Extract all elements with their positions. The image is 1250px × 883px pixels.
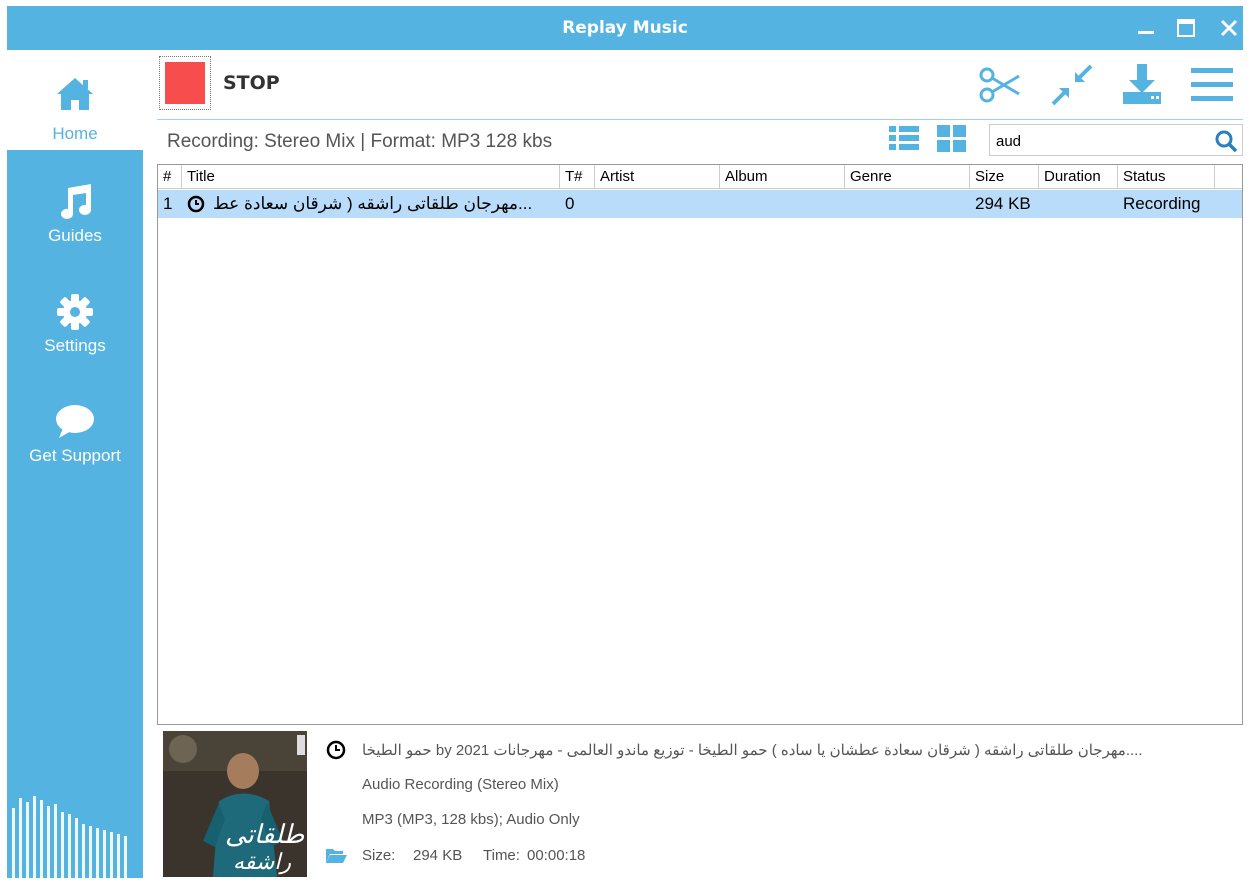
cell-title: مهرجان طلقاتى راشقه ( شرقان سعادة عط... — [213, 194, 533, 213]
folder-open-icon[interactable] — [325, 844, 347, 866]
window-title: Replay Music — [562, 18, 688, 38]
search-icon[interactable] — [1214, 129, 1238, 153]
cell-album — [720, 190, 845, 218]
cell-genre — [845, 190, 970, 218]
sidebar-item-support[interactable]: Get Support — [7, 380, 143, 480]
maximize-icon[interactable] — [1170, 12, 1202, 44]
col-duration[interactable]: Duration — [1039, 165, 1118, 189]
sidebar-item-home[interactable]: Home — [7, 50, 143, 150]
cell-artist — [595, 190, 720, 218]
cell-duration — [1039, 190, 1118, 218]
sidebar-item-label: Home — [52, 124, 98, 143]
size-label: Size: — [362, 847, 396, 864]
search-input[interactable] — [996, 130, 1206, 152]
col-album[interactable]: Album — [720, 165, 845, 189]
menu-icon[interactable] — [1189, 62, 1235, 108]
sidebar-item-settings[interactable]: Settings — [7, 270, 143, 370]
sidebar-item-label: Get Support — [29, 446, 121, 465]
recording-info: Recording: Stereo Mix | Format: MP3 128 … — [167, 131, 553, 152]
minimize-icon[interactable] — [1130, 12, 1162, 44]
col-genre[interactable]: Genre — [845, 165, 970, 189]
stop-icon — [165, 62, 205, 104]
sidebar: Home Guides Settings Get Support — [7, 50, 143, 878]
cell-number: 1 — [163, 194, 173, 213]
cell-status: Recording — [1123, 194, 1201, 213]
svg-text:طلقاتى: طلقاتى — [225, 820, 305, 850]
sidebar-item-label: Settings — [44, 336, 106, 355]
col-size[interactable]: Size — [970, 165, 1039, 189]
scissors-icon[interactable] — [977, 62, 1023, 108]
music-note-icon — [53, 180, 97, 224]
sidebar-item-guides[interactable]: Guides — [7, 160, 143, 260]
table-row[interactable]: 1 مهرجان طلقاتى راشقه ( شرقان سعادة عط..… — [158, 190, 1242, 218]
close-icon[interactable] — [1213, 12, 1245, 44]
time-label: Time: — [483, 847, 520, 864]
details-panel: طلقاتى راشقه حمو الطيخا by مهرجان طلقاتى… — [157, 731, 1243, 878]
cell-track: 0 — [565, 194, 575, 213]
list-view-icon[interactable] — [887, 122, 921, 156]
time-value: 00:00:18 — [527, 847, 586, 864]
col-artist[interactable]: Artist — [595, 165, 720, 189]
col-title[interactable]: Title — [182, 165, 560, 189]
grid-view-icon[interactable] — [935, 122, 969, 156]
album-cover: طلقاتى راشقه — [163, 731, 307, 877]
title-bar[interactable]: Replay Music — [7, 6, 1243, 50]
app-window: Replay Music Home Guides Settings Get Su… — [7, 6, 1243, 878]
table-header: # Title T# Artist Album Genre Size Durat… — [158, 165, 1242, 189]
svg-text:راشقه: راشقه — [233, 850, 291, 875]
stop-label: STOP — [223, 72, 280, 94]
equalizer-graphic — [7, 788, 143, 878]
stop-button[interactable] — [159, 56, 211, 110]
sidebar-item-label: Guides — [48, 226, 102, 245]
download-icon[interactable] — [1119, 62, 1165, 108]
chat-bubble-icon — [53, 400, 97, 444]
col-spacer — [1215, 165, 1242, 189]
details-source: Audio Recording (Stereo Mix) — [362, 776, 559, 793]
recordings-table: # Title T# Artist Album Genre Size Durat… — [157, 164, 1243, 725]
col-track[interactable]: T# — [560, 165, 595, 189]
col-number[interactable]: # — [158, 165, 182, 189]
home-icon — [53, 72, 97, 116]
details-format: MP3 (MP3, 128 kbs); Audio Only — [362, 811, 580, 828]
toolbar: STOP — [157, 50, 1243, 120]
info-bar: Recording: Stereo Mix | Format: MP3 128 … — [157, 122, 1243, 160]
clock-icon — [325, 739, 347, 761]
col-status[interactable]: Status — [1118, 165, 1215, 189]
size-value: 294 KB — [413, 847, 463, 864]
search-box — [989, 124, 1243, 156]
shrink-icon[interactable] — [1049, 62, 1095, 108]
cell-size: 294 KB — [975, 194, 1031, 213]
gear-icon — [53, 290, 97, 334]
details-title: حمو الطيخا by مهرجان طلقاتى راشقه ( شرقا… — [362, 742, 1143, 759]
